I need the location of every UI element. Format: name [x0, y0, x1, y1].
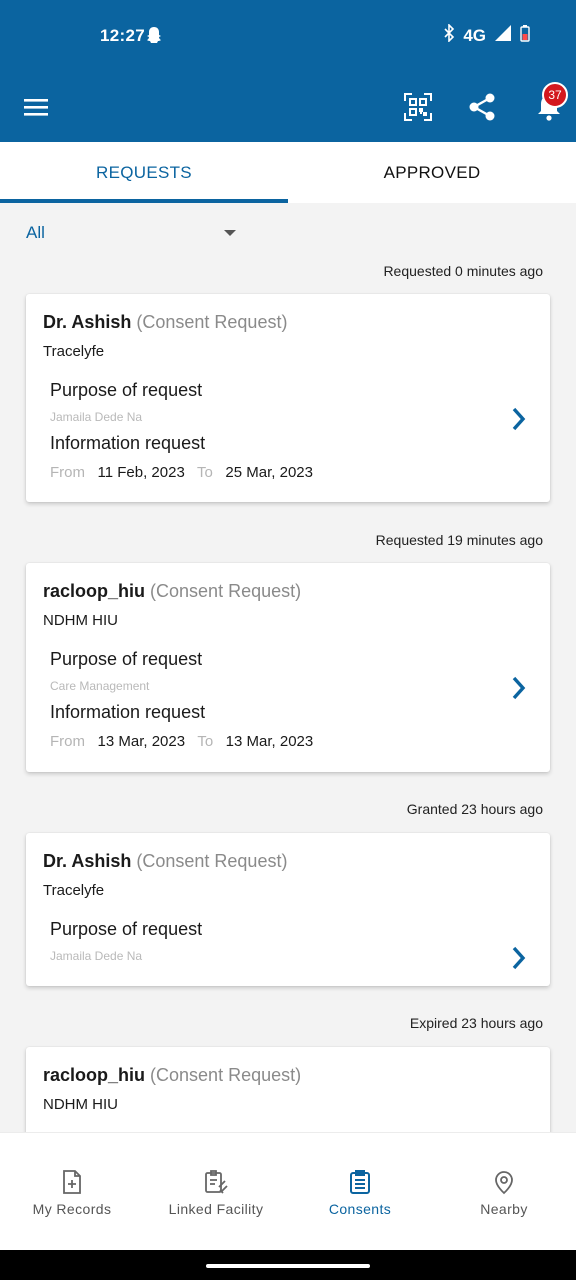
consent-request-card[interactable]: Dr. Ashish (Consent Request) Tracelyfe P…: [26, 833, 550, 986]
network-type: 4G: [463, 25, 486, 45]
from-label: From: [50, 464, 85, 481]
request-timestamp: Granted 23 hours ago: [406, 801, 543, 817]
information-request-label: Information request: [50, 702, 206, 722]
requester-organization: Tracelyfe: [43, 882, 105, 899]
consent-request-card[interactable]: racloop_hiu (Consent Request) NDHM HIU P…: [26, 563, 550, 772]
qr-code-icon[interactable]: [396, 72, 440, 142]
purpose-label: Purpose of request: [50, 380, 203, 400]
nav-label: Consents: [328, 1201, 392, 1217]
request-timestamp: Requested 19 minutes ago: [375, 532, 543, 548]
notifications-bell-icon[interactable]: 37: [522, 72, 576, 142]
home-gesture-handle[interactable]: [206, 1264, 370, 1268]
nav-label: My Records: [32, 1201, 112, 1217]
battery-icon: [520, 24, 530, 47]
to-label: To: [197, 733, 214, 750]
notification-count-badge: 37: [542, 82, 568, 108]
requester-name: Dr. Ashish: [43, 312, 132, 332]
information-request-label: Information request: [50, 433, 206, 453]
request-type: (Consent Request): [150, 581, 302, 601]
purpose-label: Purpose of request: [50, 919, 203, 939]
records-icon: [63, 1170, 81, 1194]
to-date: 13 Mar, 2023: [225, 733, 314, 750]
linked-facility-icon: [205, 1170, 228, 1194]
nav-label: Nearby: [480, 1201, 528, 1217]
requester-organization: NDHM HIU: [43, 612, 118, 629]
card-header: racloop_hiu (Consent Request): [43, 581, 301, 602]
signal-icon: [494, 24, 512, 47]
bottom-navigation: My Records Linked Facility Consents Near…: [0, 1132, 576, 1250]
from-date: 11 Feb, 2023: [97, 464, 185, 481]
request-timestamp: Expired 23 hours ago: [409, 1015, 543, 1031]
filter-selected-value: All: [26, 223, 45, 242]
date-range: From 13 Mar, 2023 To 13 Mar, 2023: [50, 733, 313, 750]
hamburger-menu-icon[interactable]: [14, 72, 58, 142]
requester-name: Dr. Ashish: [43, 851, 132, 871]
nav-nearby[interactable]: Nearby: [432, 1133, 576, 1250]
to-date: 25 Mar, 2023: [225, 464, 313, 481]
card-header: racloop_hiu (Consent Request): [43, 1065, 301, 1086]
dropdown-caret-icon: [224, 230, 236, 236]
status-bar: 12:27 4G: [0, 0, 576, 72]
tab-approved[interactable]: APPROVED: [288, 142, 576, 203]
requester-name: racloop_hiu: [43, 1065, 146, 1085]
from-label: From: [50, 733, 85, 750]
from-date: 13 Mar, 2023: [97, 733, 186, 750]
chevron-right-icon[interactable]: [510, 406, 528, 432]
system-navigation-bar: [0, 1250, 576, 1280]
snapchat-notification-icon: [146, 26, 162, 49]
date-range: From 11 Feb, 2023 To 25 Mar, 2023: [50, 464, 313, 481]
share-icon[interactable]: [460, 72, 504, 142]
bluetooth-icon: [443, 23, 455, 47]
request-timestamp: Requested 0 minutes ago: [383, 263, 543, 279]
chevron-right-icon[interactable]: [510, 675, 528, 701]
request-type: (Consent Request): [136, 851, 288, 871]
purpose-value: Care Management: [50, 679, 150, 693]
status-time: 12:27: [100, 26, 145, 45]
nav-linked-facility[interactable]: Linked Facility: [144, 1133, 288, 1250]
request-type: (Consent Request): [150, 1065, 302, 1085]
tab-requests[interactable]: REQUESTS: [0, 142, 288, 203]
chevron-right-icon[interactable]: [510, 945, 528, 971]
card-header: Dr. Ashish (Consent Request): [43, 851, 287, 872]
purpose-label: Purpose of request: [50, 649, 203, 669]
location-pin-icon: [495, 1171, 513, 1195]
status-filter-dropdown[interactable]: All: [26, 218, 246, 248]
nav-consents[interactable]: Consents: [288, 1133, 432, 1250]
requester-organization: Tracelyfe: [43, 343, 105, 360]
card-header: Dr. Ashish (Consent Request): [43, 312, 287, 333]
purpose-value: Jamaila Dede Na: [50, 949, 143, 963]
consent-request-card[interactable]: Dr. Ashish (Consent Request) Tracelyfe P…: [26, 294, 550, 502]
requester-name: racloop_hiu: [43, 581, 146, 601]
nav-label: Linked Facility: [168, 1201, 264, 1217]
consent-tabs: REQUESTS APPROVED: [0, 142, 576, 203]
request-type: (Consent Request): [136, 312, 288, 332]
requester-organization: NDHM HIU: [43, 1096, 118, 1113]
app-bar: 37: [0, 72, 576, 142]
purpose-value: Jamaila Dede Na: [50, 410, 143, 424]
to-label: To: [197, 464, 213, 481]
consents-icon: [350, 1170, 370, 1194]
nav-my-records[interactable]: My Records: [0, 1133, 144, 1250]
